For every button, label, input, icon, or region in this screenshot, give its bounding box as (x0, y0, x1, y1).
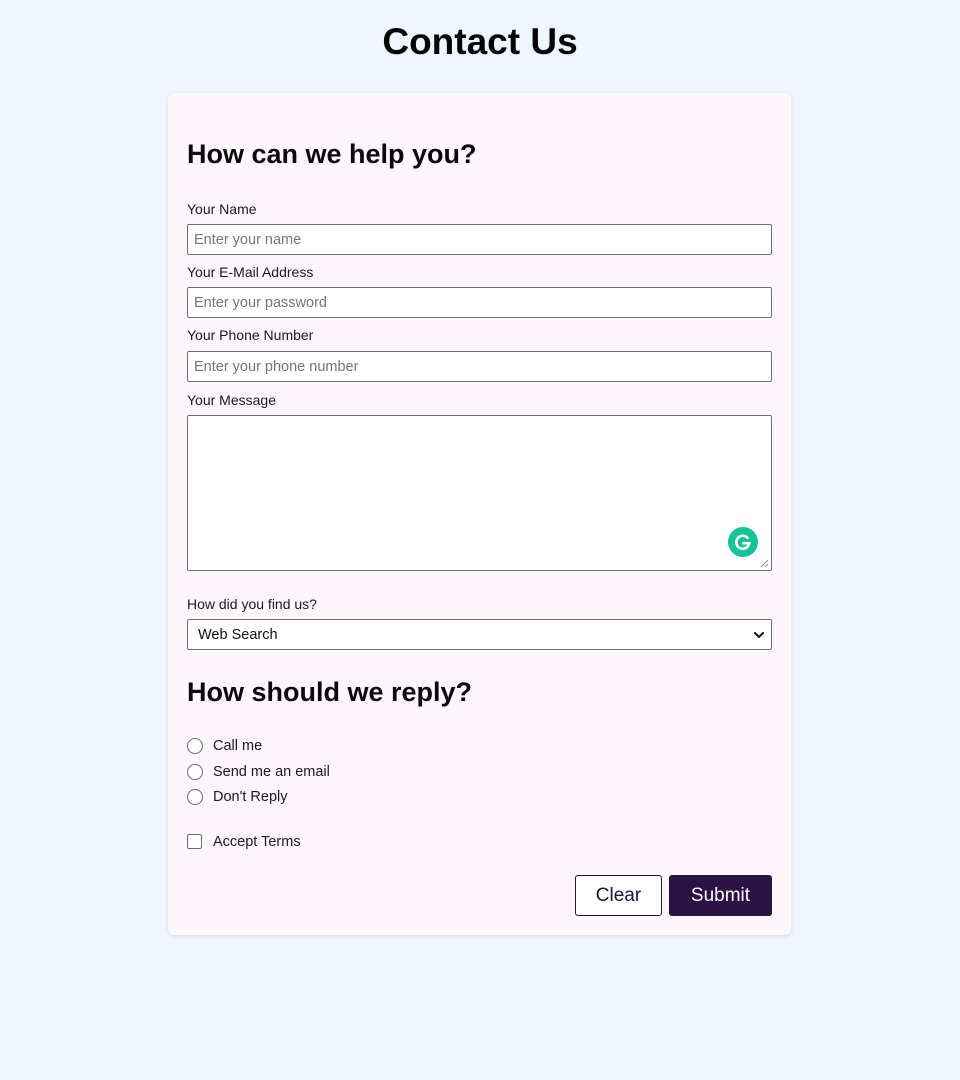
reply-option-label: Send me an email (213, 764, 330, 780)
find-us-label: How did you find us? (187, 596, 317, 612)
email-label: Your E-Mail Address (187, 264, 314, 280)
reply-option-label: Call me (213, 738, 263, 754)
phone-label: Your Phone Number (187, 327, 314, 343)
contact-form-card: How can we help you? Your Name Your E-Ma… (168, 93, 791, 935)
name-input[interactable] (187, 224, 772, 255)
page-title: Contact Us (382, 21, 578, 62)
accept-terms-checkbox[interactable] (187, 834, 202, 849)
chevron-down-icon (754, 632, 764, 638)
message-label: Your Message (187, 392, 276, 408)
radio-button[interactable] (187, 738, 203, 754)
radio-button[interactable] (187, 789, 203, 805)
radio-button[interactable] (187, 764, 203, 780)
reply-option-label: Don't Reply (213, 789, 288, 805)
submit-button[interactable]: Submit (669, 875, 772, 916)
find-us-select[interactable]: Web Search (187, 619, 772, 650)
clear-button[interactable]: Clear (575, 875, 662, 916)
reply-heading: How should we reply? (187, 677, 473, 707)
email-input[interactable] (187, 287, 772, 318)
resize-grip-icon[interactable] (759, 558, 769, 568)
find-us-selected-value: Web Search (198, 627, 278, 643)
phone-input[interactable] (187, 351, 772, 382)
help-heading: How can we help you? (187, 139, 477, 169)
name-label: Your Name (187, 201, 257, 217)
accept-terms-label: Accept Terms (213, 834, 301, 850)
grammarly-icon[interactable] (728, 527, 758, 557)
message-textarea[interactable] (187, 415, 772, 571)
